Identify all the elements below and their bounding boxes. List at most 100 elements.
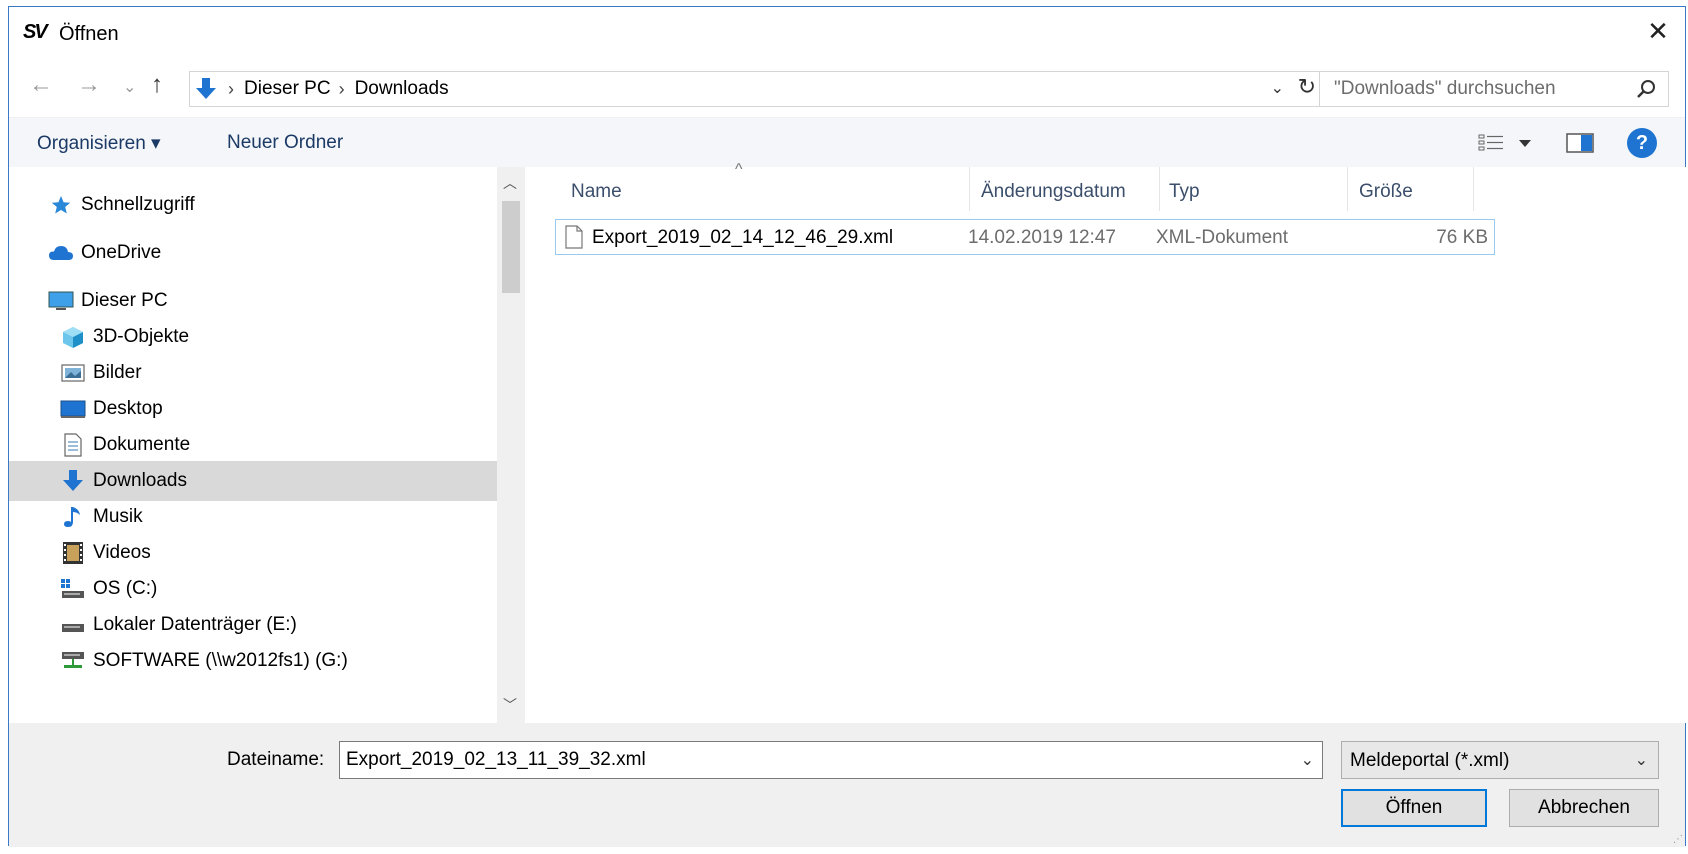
- column-divider[interactable]: [1473, 167, 1474, 211]
- computer-icon: [47, 289, 75, 313]
- close-button[interactable]: ✕: [1641, 17, 1675, 47]
- sidebar-item-label: 3D-Objekte: [93, 326, 190, 347]
- star-icon: [47, 193, 75, 217]
- title-bar: SV Öffnen ✕: [9, 7, 1685, 57]
- video-icon: [59, 541, 87, 565]
- dialog-title: Öffnen: [59, 23, 119, 45]
- search-input[interactable]: [1320, 72, 1620, 106]
- sidebar-item-downloads[interactable]: Downloads: [9, 461, 497, 501]
- new-folder-button[interactable]: Neuer Ordner: [227, 132, 343, 154]
- download-icon: [192, 75, 220, 103]
- drive-os-icon: [59, 577, 87, 601]
- breadcrumb-separator: ›: [228, 78, 234, 99]
- sidebar-item-musik[interactable]: Musik: [9, 497, 497, 537]
- search-box[interactable]: [1319, 71, 1669, 107]
- file-date: 14.02.2019 12:47: [968, 227, 1116, 248]
- document-icon: [59, 433, 87, 457]
- sidebar-item-desktop[interactable]: Desktop: [9, 389, 497, 429]
- cloud-icon: [47, 241, 75, 265]
- forward-button[interactable]: →: [77, 71, 101, 99]
- open-button[interactable]: Öffnen: [1341, 789, 1487, 827]
- up-button[interactable]: ↑: [151, 71, 163, 99]
- open-file-dialog: SV Öffnen ✕ ← → ⌄ ↑ › Dieser PC › Downlo…: [8, 6, 1687, 847]
- pictures-icon: [59, 361, 87, 385]
- file-list: ^ Name Änderungsdatum Typ Größe Export_2…: [529, 161, 1687, 723]
- filename-label: Dateiname:: [227, 749, 325, 770]
- address-dropdown-button[interactable]: ⌄: [1271, 78, 1284, 98]
- sidebar-item-label: Bilder: [93, 362, 142, 383]
- sidebar-item-label: Dokumente: [93, 434, 191, 455]
- sidebar-item-label: OS (C:): [93, 578, 158, 599]
- column-header-name[interactable]: Name: [571, 181, 622, 203]
- sidebar-item-os-c[interactable]: OS (C:): [9, 569, 497, 609]
- file-name: Export_2019_02_14_12_46_29.xml: [592, 227, 894, 248]
- chevron-down-icon[interactable]: ⌄: [1301, 750, 1314, 770]
- file-size: 76 KB: [1436, 227, 1488, 248]
- sidebar-item-label: Dieser PC: [81, 290, 168, 311]
- sidebar-item-bilder[interactable]: Bilder: [9, 353, 497, 393]
- sidebar-item-label: SOFTWARE (\\w2012fs1) (G:): [93, 650, 348, 671]
- organize-menu-button[interactable]: Organisieren ▾: [37, 132, 161, 155]
- preview-pane-button[interactable]: [1565, 130, 1595, 156]
- breadcrumb-downloads[interactable]: Downloads: [355, 78, 449, 100]
- sidebar-item-label: Lokaler Datenträger (E:): [93, 614, 297, 635]
- sort-indicator: ^: [735, 161, 743, 178]
- download-icon: [59, 469, 87, 493]
- breadcrumb-separator[interactable]: ›: [339, 79, 345, 100]
- column-header-date[interactable]: Änderungsdatum: [981, 181, 1126, 203]
- column-header-size[interactable]: Größe: [1359, 181, 1413, 203]
- scrollbar-thumb[interactable]: [502, 201, 520, 293]
- sidebar-item-dokumente[interactable]: Dokumente: [9, 425, 497, 465]
- sidebar-item-lokaler-datentraeger-e[interactable]: Lokaler Datenträger (E:): [9, 605, 497, 645]
- navigation-pane: Schnellzugriff OneDrive Dieser PC 3D-Obj…: [9, 167, 497, 723]
- address-bar[interactable]: › Dieser PC › Downloads ⌄ ↻: [189, 71, 1325, 107]
- scroll-down-button[interactable]: ﹀: [503, 695, 517, 715]
- filename-input[interactable]: [340, 743, 1260, 777]
- filetype-value: Meldeportal (*.xml): [1350, 750, 1510, 771]
- column-divider[interactable]: [1347, 167, 1348, 211]
- sidebar-item-label: Desktop: [93, 398, 163, 419]
- sidebar-item-label: Musik: [93, 506, 143, 527]
- column-header-type[interactable]: Typ: [1169, 181, 1200, 203]
- sidebar-item-onedrive[interactable]: OneDrive: [9, 233, 497, 273]
- xml-file-icon: [564, 225, 584, 255]
- view-details-icon: [1478, 134, 1531, 151]
- search-icon[interactable]: [1636, 78, 1658, 105]
- resize-grip-icon[interactable]: ⋰: [1673, 834, 1683, 845]
- cancel-button[interactable]: Abbrechen: [1509, 789, 1659, 827]
- dialog-footer: Dateiname: ⌄ Meldeportal (*.xml) ⌄ Öffne…: [9, 723, 1685, 847]
- address-row: ← → ⌄ ↑ › Dieser PC › Downloads ⌄ ↻: [9, 63, 1685, 111]
- sidebar-item-videos[interactable]: Videos: [9, 533, 497, 573]
- chevron-down-icon: ⌄: [1634, 752, 1648, 769]
- sidebar-item-3d-objekte[interactable]: 3D-Objekte: [9, 317, 497, 357]
- sidebar-item-software-g[interactable]: SOFTWARE (\\w2012fs1) (G:): [9, 641, 497, 681]
- sidebar-item-schnellzugriff[interactable]: Schnellzugriff: [9, 185, 497, 225]
- sidebar-item-dieser-pc[interactable]: Dieser PC: [9, 281, 497, 321]
- filetype-select[interactable]: Meldeportal (*.xml) ⌄: [1341, 741, 1659, 779]
- command-bar: Organisieren ▾ Neuer Ordner ?: [9, 117, 1685, 167]
- help-button[interactable]: ?: [1627, 128, 1657, 158]
- scroll-up-button[interactable]: ︿: [503, 173, 517, 193]
- cube-icon: [59, 325, 87, 349]
- sidebar-item-label: Downloads: [93, 470, 187, 491]
- column-divider[interactable]: [1159, 167, 1160, 211]
- file-row[interactable]: Export_2019_02_14_12_46_29.xml 14.02.201…: [555, 219, 1495, 255]
- sidebar-item-label: Schnellzugriff: [81, 194, 195, 215]
- file-type: XML-Dokument: [1156, 227, 1288, 248]
- desktop-icon: [59, 397, 87, 421]
- breadcrumb-dieser-pc[interactable]: Dieser PC: [244, 78, 331, 100]
- back-button[interactable]: ←: [29, 71, 53, 99]
- app-logo: SV: [23, 21, 48, 43]
- view-options-button[interactable]: [1477, 130, 1547, 156]
- music-icon: [59, 505, 87, 529]
- network-drive-icon: [59, 649, 87, 673]
- sidebar-item-label: OneDrive: [81, 242, 162, 263]
- refresh-button[interactable]: ↻: [1298, 74, 1316, 100]
- filename-combobox[interactable]: ⌄: [339, 741, 1323, 779]
- sidebar-item-label: Videos: [93, 542, 151, 563]
- navigation-pane-scrollbar[interactable]: ︿ ﹀: [497, 167, 525, 723]
- preview-pane-icon: [1566, 133, 1594, 153]
- recent-locations-button[interactable]: ⌄: [123, 77, 136, 97]
- column-divider[interactable]: [969, 167, 970, 211]
- drive-icon: [59, 613, 87, 637]
